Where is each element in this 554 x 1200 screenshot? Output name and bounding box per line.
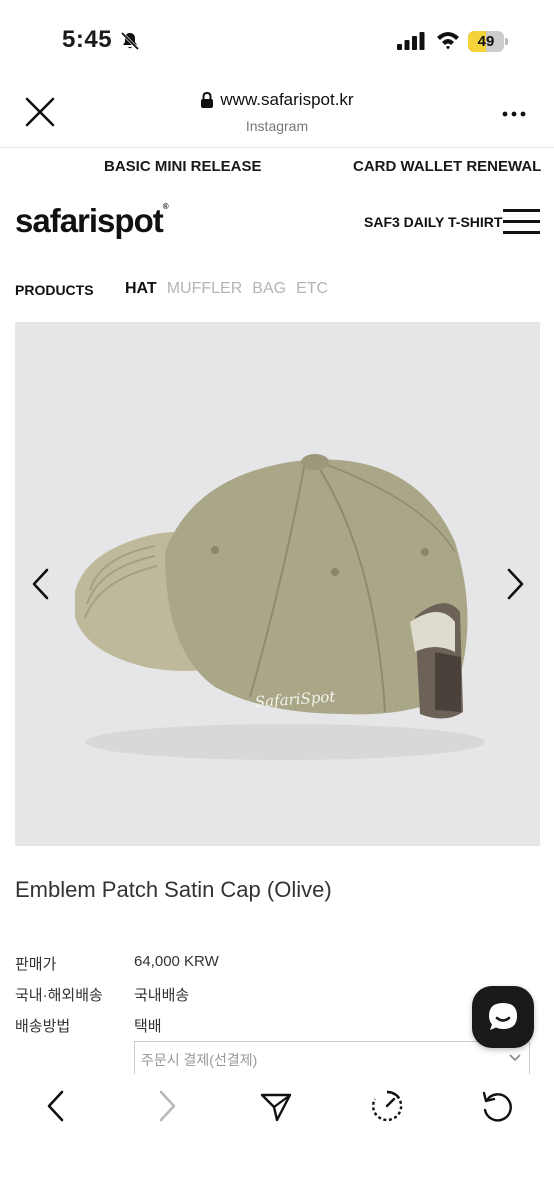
url-source: Instagram — [245, 118, 309, 134]
address-bar[interactable]: www.safarispot.kr Instagram — [0, 90, 554, 134]
info-value: 택배 — [134, 1018, 162, 1035]
info-value: 국내배송 — [134, 987, 190, 1004]
logo-text: safarispot — [15, 202, 164, 239]
back-icon[interactable] — [38, 1088, 74, 1124]
promo-link-card-wallet[interactable]: CARD WALLET RENEWAL — [353, 158, 541, 175]
carousel-prev-icon[interactable] — [29, 567, 53, 601]
hamburger-menu-icon[interactable] — [503, 208, 540, 236]
shipping-fee-select[interactable]: 주문시 결제(선결제) — [134, 1041, 530, 1075]
lock-icon — [201, 92, 214, 108]
products-label: PRODUCTS — [15, 282, 94, 298]
battery-level: 49 — [477, 33, 495, 50]
status-bar: 5:45 49 — [0, 0, 554, 80]
wifi-icon — [437, 32, 459, 50]
carousel-next-icon[interactable] — [503, 567, 527, 601]
info-label: 배송방법 — [15, 1018, 71, 1035]
reload-icon[interactable] — [479, 1088, 515, 1124]
info-value: 64,000 KRW — [134, 953, 219, 970]
category-bag[interactable]: BAG — [252, 280, 286, 298]
product-image-carousel[interactable]: SafariSpot — [15, 322, 540, 846]
signal-icon — [397, 32, 425, 50]
share-icon[interactable] — [258, 1088, 294, 1124]
browser-toolbar — [0, 1074, 554, 1200]
chat-button[interactable] — [472, 986, 534, 1048]
url-text: www.safarispot.kr — [220, 90, 354, 109]
product-info-table: 판매가 64,000 KRW 국내·해외배송 국내배송 배송방법 택배 — [15, 953, 535, 1046]
info-label: 국내·해외배송 — [15, 987, 103, 1004]
promo-link-basic-mini[interactable]: BASIC MINI RELEASE — [104, 158, 262, 175]
battery-icon: 49 — [468, 31, 508, 52]
info-row-delivery: 국내·해외배송 국내배송 — [15, 984, 535, 1015]
category-etc[interactable]: ETC — [296, 280, 328, 298]
chat-icon — [489, 1003, 517, 1030]
status-time: 5:45 — [62, 26, 113, 53]
site-logo[interactable]: safarispot® — [15, 202, 169, 240]
more-icon[interactable] — [502, 110, 526, 118]
info-label: 판매가 — [15, 956, 57, 973]
product-title: Emblem Patch Satin Cap (Olive) — [15, 877, 332, 902]
category-muffler[interactable]: MUFFLER — [167, 280, 243, 298]
chevron-down-icon — [509, 1054, 521, 1062]
promo-bar: BASIC MINI RELEASE CARD WALLET RENEWAL — [0, 156, 554, 180]
bell-slash-icon — [120, 31, 140, 51]
speed-icon[interactable] — [369, 1088, 405, 1124]
category-hat[interactable]: HAT — [125, 280, 157, 298]
browser-header: www.safarispot.kr Instagram — [0, 80, 554, 148]
forward-icon[interactable] — [149, 1088, 185, 1124]
shipping-fee-selected: 주문시 결제(선결제) — [141, 1052, 258, 1068]
cap-photo: SafariSpot — [75, 454, 485, 760]
info-row-price: 판매가 64,000 KRW — [15, 953, 535, 984]
tshirt-link[interactable]: SAF3 DAILY T-SHIRT — [364, 214, 502, 230]
